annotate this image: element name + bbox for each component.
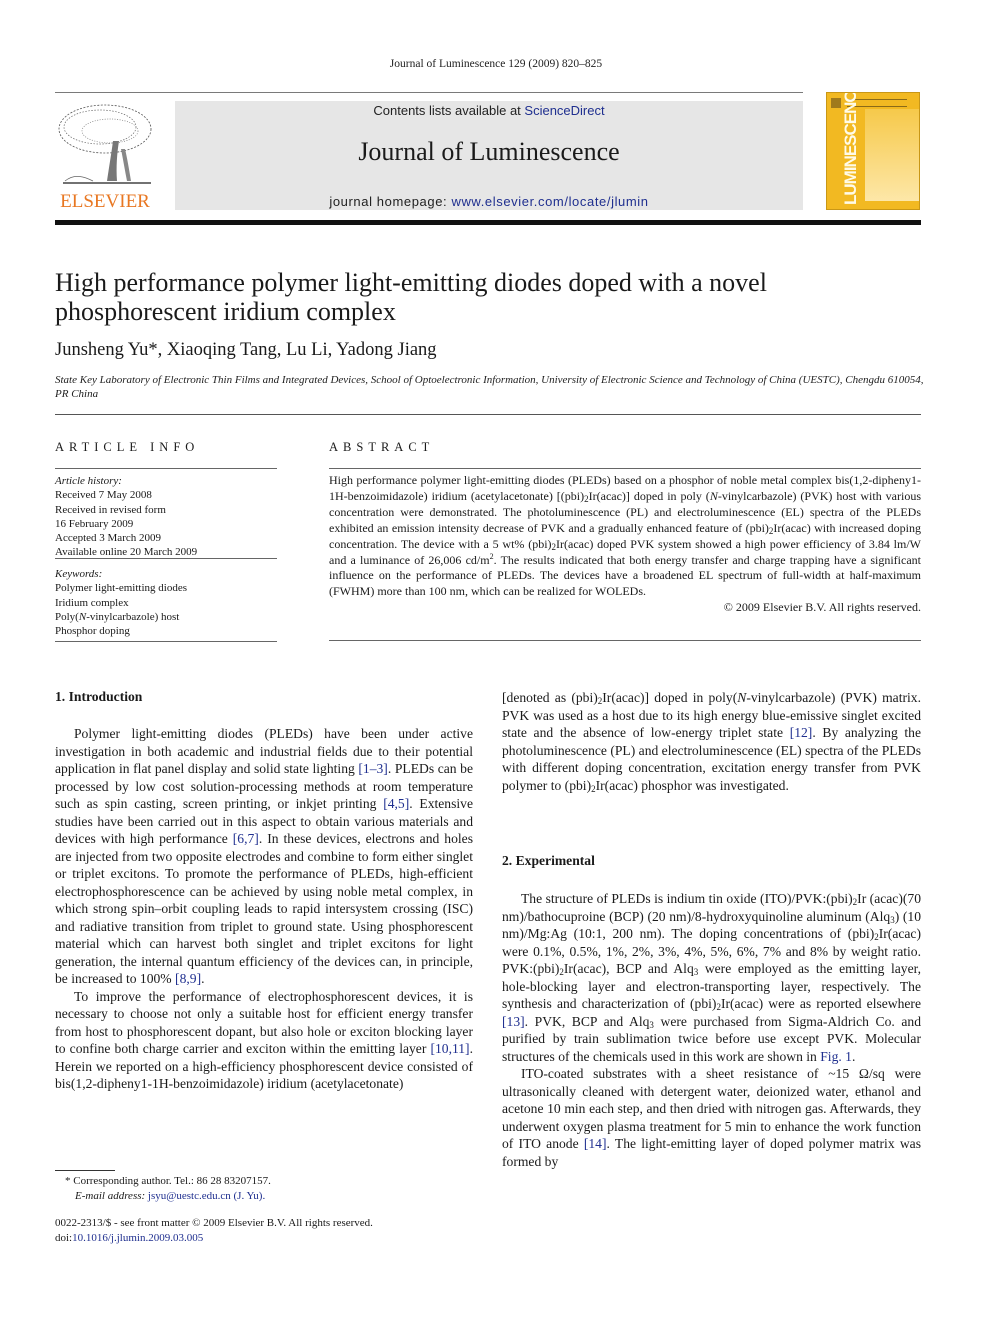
text: . In these devices, electrons and holes … xyxy=(55,831,473,986)
citation-link[interactable]: [1–3] xyxy=(358,761,387,776)
citation-link[interactable]: [8,9] xyxy=(175,971,201,986)
keyword: Polymer light-emitting diodes xyxy=(55,582,187,595)
italic: N xyxy=(709,488,718,503)
contents-prefix: Contents lists available at xyxy=(373,103,525,118)
text: Ir(acac)] doped in poly( xyxy=(602,690,738,705)
paragraph: To improve the performance of electropho… xyxy=(55,988,473,1093)
paragraph: Polymer light-emitting diodes (PLEDs) ha… xyxy=(55,725,473,988)
cover-panel xyxy=(865,109,919,201)
abstract-rule xyxy=(329,640,921,641)
text: Corresponding author. Tel.: 86 28 832071… xyxy=(70,1175,271,1187)
italic: N xyxy=(737,690,747,705)
header-thick-rule xyxy=(55,220,921,225)
text: Ir(acac) phosphor was investigated. xyxy=(595,777,789,793)
text: Ir(acac) were as reported elsewhere xyxy=(720,996,921,1011)
paragraph: ITO-coated substrates with a sheet resis… xyxy=(502,1065,921,1170)
article-title: High performance polymer light-emitting … xyxy=(55,268,767,326)
article-info-rule xyxy=(55,641,277,642)
paragraph: The structure of PLEDs is indium tin oxi… xyxy=(502,890,921,1065)
sciencedirect-link[interactable]: ScienceDirect xyxy=(524,103,604,118)
homepage-link[interactable]: www.elsevier.com/locate/jlumin xyxy=(451,194,648,209)
article-info-rule xyxy=(55,468,277,469)
keyword-part: Poly( xyxy=(55,610,79,623)
section-heading-experimental: 2. Experimental xyxy=(502,853,595,868)
text: . xyxy=(851,1048,856,1064)
email-label: E-mail address: xyxy=(75,1189,148,1202)
abstract-rule xyxy=(329,468,921,469)
text: . PVK, BCP and Alq xyxy=(524,1013,650,1029)
article-info-heading: ARTICLE INFO xyxy=(55,440,200,454)
journal-cover[interactable]: LUMINESCENCE xyxy=(826,92,920,210)
journal-banner: Contents lists available at ScienceDirec… xyxy=(175,101,803,210)
email-name[interactable]: (J. Yu). xyxy=(231,1190,266,1202)
abstract-part: Ir(acac)] doped in poly ( xyxy=(588,488,710,503)
corresponding-author-mark[interactable]: * xyxy=(148,340,157,360)
keyword-part: -vinylcarbazole) host xyxy=(86,610,180,623)
corresponding-author-note: * Corresponding author. Tel.: 86 28 8320… xyxy=(55,1174,475,1189)
homepage-prefix: journal homepage: xyxy=(329,194,452,209)
intro-body: Polymer light-emitting diodes (PLEDs) ha… xyxy=(55,725,473,1093)
footnote: * Corresponding author. Tel.: 86 28 8320… xyxy=(55,1174,475,1203)
cover-logo-icon xyxy=(831,98,841,108)
experimental-body: The structure of PLEDs is indium tin oxi… xyxy=(502,890,921,1170)
abstract-heading: ABSTRACT xyxy=(329,440,435,454)
paragraph: [denoted as (pbi)2Ir(acac)] doped in pol… xyxy=(502,689,921,794)
abstract-text: High performance polymer light-emitting … xyxy=(329,473,921,616)
history-received: Received 7 May 2008 xyxy=(55,489,152,502)
email-note: E-mail address: jsyu@uestc.edu.cn (J. Yu… xyxy=(55,1189,475,1204)
front-matter: 0022-2313/$ - see front matter © 2009 El… xyxy=(55,1216,475,1245)
history-accepted: Accepted 3 March 2009 xyxy=(55,532,161,545)
text: . xyxy=(201,971,205,986)
affiliation: State Key Laboratory of Electronic Thin … xyxy=(55,374,924,400)
issn-line: 0022-2313/$ - see front matter © 2009 El… xyxy=(55,1217,373,1229)
keyword: Poly(N-vinylcarbazole) host xyxy=(55,610,277,624)
cover-title: LUMINESCENCE xyxy=(841,92,860,205)
email-link[interactable]: jsyu@uestc.edu.cn xyxy=(148,1190,231,1202)
author-list: Junsheng Yu*, Xiaoqing Tang, Lu Li, Yado… xyxy=(55,340,437,361)
keywords: Keywords: Polymer light-emitting diodes … xyxy=(55,567,277,638)
contents-line: Contents lists available at ScienceDirec… xyxy=(175,103,803,118)
citation-link[interactable]: [6,7] xyxy=(233,831,259,846)
history-revised: Received in revised form xyxy=(55,503,166,516)
doi-line: doi:10.1016/j.jlumin.2009.03.005 xyxy=(55,1231,475,1246)
citation-link[interactable]: [12] xyxy=(790,725,813,740)
article-history: Article history: Received 7 May 2008 Rec… xyxy=(55,474,277,560)
figure-link[interactable]: Fig. 1 xyxy=(820,1049,852,1064)
header-rule xyxy=(55,92,803,93)
elsevier-wordmark: ELSEVIER xyxy=(60,191,150,212)
title-rule xyxy=(55,414,921,415)
running-head: Journal of Luminescence 129 (2009) 820–8… xyxy=(389,58,603,70)
text: Ir(acac), BCP and Alq xyxy=(563,961,694,976)
text: To improve the performance of electropho… xyxy=(55,988,473,1057)
intro-body-continued: [denoted as (pbi)2Ir(acac)] doped in pol… xyxy=(502,689,921,794)
elsevier-logo[interactable]: ELSEVIER xyxy=(55,101,155,212)
section-heading-introduction: 1. Introduction xyxy=(55,689,143,704)
doi-prefix: doi: xyxy=(55,1231,73,1244)
citation-link[interactable]: [14] xyxy=(584,1136,607,1151)
citation-link[interactable]: [4,5] xyxy=(383,796,409,811)
text: The structure of PLEDs is indium tin oxi… xyxy=(521,891,853,906)
keyword: Phosphor doping xyxy=(55,625,130,638)
text: [denoted as (pbi) xyxy=(502,690,598,705)
footnote-rule xyxy=(55,1170,115,1171)
author-first[interactable]: Junsheng Yu xyxy=(55,340,148,360)
journal-title: Journal of Luminescence xyxy=(358,137,620,166)
keywords-label: Keywords: xyxy=(55,568,103,580)
copyright: © 2009 Elsevier B.V. All rights reserved… xyxy=(723,600,921,615)
article-info-rule xyxy=(55,558,277,559)
keyword: Iridium complex xyxy=(55,596,129,609)
citation-link[interactable]: [13] xyxy=(502,1014,525,1029)
doi-link[interactable]: 10.1016/j.jlumin.2009.03.005 xyxy=(72,1232,203,1244)
homepage-line: journal homepage: www.elsevier.com/locat… xyxy=(175,194,803,209)
citation-link[interactable]: [10,11] xyxy=(430,1041,469,1056)
history-label: Article history: xyxy=(55,475,122,487)
authors-rest: , Xiaoqing Tang, Lu Li, Yadong Jiang xyxy=(157,340,437,360)
history-revised-date: 16 February 2009 xyxy=(55,517,134,530)
elsevier-tree-icon xyxy=(55,101,155,189)
